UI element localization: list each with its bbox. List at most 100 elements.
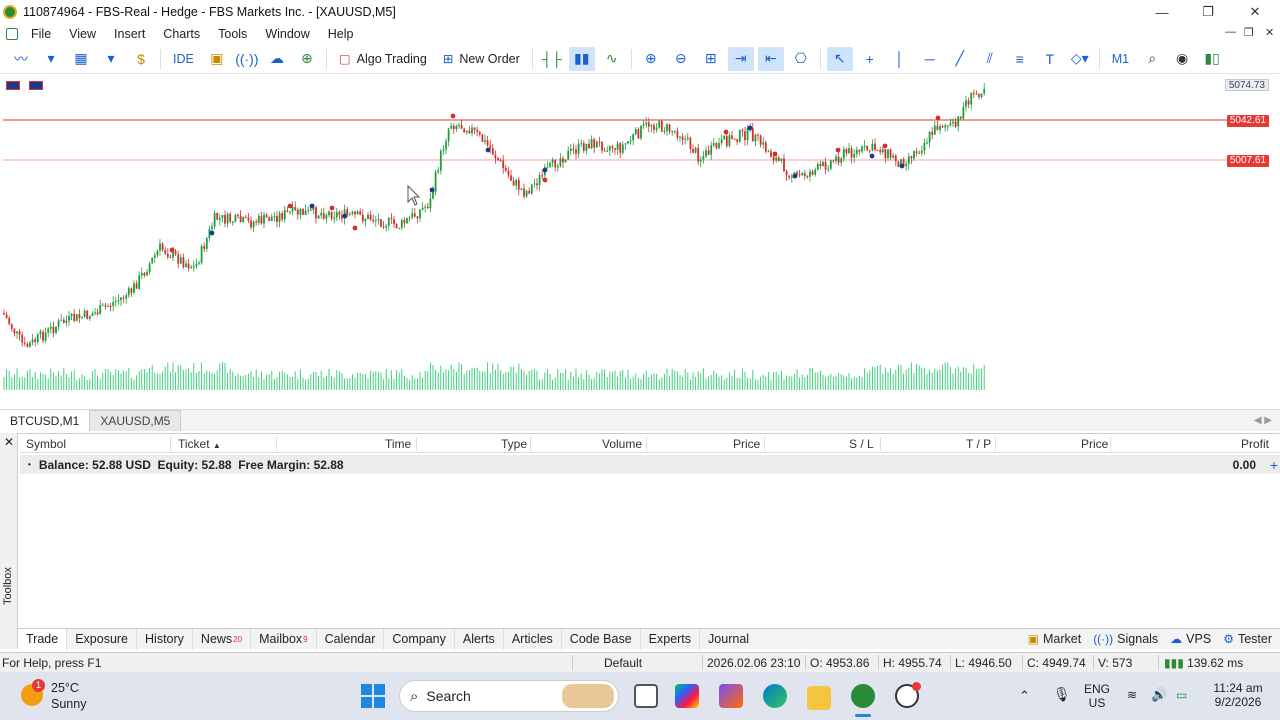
vps-link[interactable]: ☁ VPS xyxy=(1170,632,1211,646)
menu-insert[interactable]: Insert xyxy=(105,27,154,41)
screenshot-icon[interactable]: ⎔ xyxy=(788,47,814,71)
mdi-minimize-button[interactable]: — xyxy=(1225,26,1236,38)
windows-start-icon[interactable] xyxy=(361,684,385,708)
market-link[interactable]: ▣ Market xyxy=(1028,632,1082,646)
tab-journal[interactable]: Journal xyxy=(700,629,757,650)
signals-icon[interactable]: ((·)) xyxy=(234,47,260,71)
trendline-icon[interactable]: ╱ xyxy=(947,47,973,71)
restore-button[interactable]: ❐ xyxy=(1185,0,1231,24)
column-type[interactable]: Type xyxy=(501,437,527,451)
zoom-in-icon[interactable]: ⊕ xyxy=(638,47,664,71)
algo-trading-button[interactable]: ▢ Algo Trading xyxy=(333,47,433,71)
dropdown-icon[interactable]: ▾ xyxy=(98,47,124,71)
chart-tab-xauusd[interactable]: XAUUSD,M5 xyxy=(89,410,182,431)
play-store-icon[interactable] xyxy=(675,684,699,708)
column-price-current[interactable]: Price xyxy=(1081,437,1108,451)
wifi-icon[interactable]: ≋ xyxy=(1127,688,1137,702)
zoom-out-icon[interactable]: ⊖ xyxy=(668,47,694,71)
taskbar-search[interactable]: ⌕ Search xyxy=(399,680,619,712)
cursor-icon[interactable]: ↖ xyxy=(826,46,853,71)
edge-browser-icon[interactable] xyxy=(763,684,787,708)
tab-trade[interactable]: Trade xyxy=(18,628,68,650)
column-symbol[interactable]: Symbol xyxy=(26,437,66,451)
minimize-button[interactable]: — xyxy=(1139,0,1185,24)
tab-exposure[interactable]: Exposure xyxy=(67,628,138,650)
add-icon[interactable]: + xyxy=(1270,457,1278,473)
tile-windows-icon[interactable]: ⊞ xyxy=(698,47,724,71)
bar-chart-icon[interactable]: ┤├ xyxy=(539,47,565,71)
signals-link[interactable]: ((·)) Signals xyxy=(1093,632,1158,646)
menu-tools[interactable]: Tools xyxy=(209,27,256,41)
tab-mailbox[interactable]: Mailbox 9 xyxy=(251,628,317,650)
language-indicator[interactable]: ENG US xyxy=(1084,682,1110,710)
clock[interactable]: 11:24 am 9/2/2026 xyxy=(1210,681,1266,709)
charts-icon[interactable]: ▦ xyxy=(68,47,94,71)
cloud-icon[interactable]: ☁ xyxy=(264,47,290,71)
ide-button[interactable]: IDE xyxy=(167,47,200,71)
shapes-icon[interactable]: ◇▾ xyxy=(1067,47,1093,71)
menu-help[interactable]: Help xyxy=(319,27,363,41)
metatrader-taskbar-icon[interactable] xyxy=(851,684,875,708)
candlestick-icon[interactable]: ▮▮ xyxy=(568,46,595,71)
tab-history[interactable]: History xyxy=(137,628,193,650)
close-icon[interactable]: ✕ xyxy=(4,435,14,449)
search-icon[interactable]: ⌕ xyxy=(1139,47,1165,71)
menu-view[interactable]: View xyxy=(60,27,105,41)
tab-articles[interactable]: Articles xyxy=(504,628,562,650)
chart-window-icon[interactable] xyxy=(6,28,18,40)
column-take-profit[interactable]: T / P xyxy=(966,437,991,451)
menu-file[interactable]: File xyxy=(22,27,60,41)
chart-shift-icon[interactable]: ⇤ xyxy=(757,46,784,71)
mdi-close-button[interactable]: ✕ xyxy=(1265,26,1274,39)
candle-body xyxy=(65,320,68,323)
microphone-icon[interactable]: 🎙 xyxy=(1053,686,1071,703)
column-ticket[interactable]: Ticket ▲ xyxy=(178,437,221,451)
column-profit[interactable]: Profit xyxy=(1241,437,1269,451)
menu-window[interactable]: Window xyxy=(256,27,318,41)
fibonacci-icon[interactable]: ≡ xyxy=(1007,47,1033,71)
menu-charts[interactable]: Charts xyxy=(154,27,209,41)
profile-name[interactable]: Default xyxy=(604,656,642,670)
task-view-icon[interactable] xyxy=(634,684,658,708)
column-price[interactable]: Price xyxy=(733,437,760,451)
crosshair-icon[interactable]: + xyxy=(857,47,883,71)
chevron-up-icon[interactable]: ⌃ xyxy=(1019,688,1030,704)
price-chart[interactable]: 5074.73 5042.61 5007.61 xyxy=(0,78,1280,408)
column-volume[interactable]: Volume xyxy=(602,437,642,451)
auto-scroll-icon[interactable]: ⇥ xyxy=(727,46,754,71)
connection-status[interactable]: ▮▮▮ 139.62 ms xyxy=(1164,656,1243,670)
signal-strength-icon[interactable]: ▮▯ xyxy=(1199,47,1225,71)
balance-row[interactable]: • Balance: 52.88 USD Equity: 52.88 Free … xyxy=(20,455,1280,474)
volume-icon[interactable]: 🔊 xyxy=(1151,687,1167,703)
tab-calendar[interactable]: Calendar xyxy=(317,628,385,650)
market-bag-icon[interactable]: ▣ xyxy=(204,47,230,71)
mdi-restore-button[interactable]: ❐ xyxy=(1244,26,1254,39)
tab-scroll-arrows[interactable]: ◀ ▶ xyxy=(1246,410,1280,431)
copilot-icon[interactable] xyxy=(719,684,743,708)
chart-dropdown-icon[interactable]: ▾ xyxy=(38,47,64,71)
add-icon[interactable]: ⊕ xyxy=(294,47,320,71)
channel-icon[interactable]: ⫽ xyxy=(977,47,1003,71)
vertical-line-icon[interactable]: │ xyxy=(887,47,913,71)
horizontal-line-icon[interactable]: ─ xyxy=(917,47,943,71)
tab-news[interactable]: News 20 xyxy=(193,628,252,650)
battery-icon[interactable]: ▭ xyxy=(1176,688,1187,702)
chart-tab-btcusd[interactable]: BTCUSD,M1 xyxy=(0,410,90,431)
column-time[interactable]: Time xyxy=(385,437,411,451)
timeframe-button[interactable]: M1 xyxy=(1106,47,1135,71)
file-explorer-icon[interactable] xyxy=(807,686,831,710)
tester-link[interactable]: ⚙ Tester xyxy=(1223,632,1272,646)
dollar-icon[interactable]: $ xyxy=(128,47,154,71)
toolbox-side-tab[interactable]: ✕ Toolbox xyxy=(0,433,18,649)
close-button[interactable]: ✕ xyxy=(1232,0,1278,24)
column-stop-loss[interactable]: S / L xyxy=(849,437,874,451)
account-icon[interactable]: ◉ xyxy=(1169,47,1195,71)
text-icon[interactable]: T xyxy=(1037,47,1063,71)
tab-experts[interactable]: Experts xyxy=(641,628,701,650)
line-icon[interactable]: ∿ xyxy=(599,47,625,71)
tab-code-base[interactable]: Code Base xyxy=(562,628,641,650)
tab-company[interactable]: Company xyxy=(384,628,455,650)
new-order-button[interactable]: ⊞ New Order xyxy=(437,47,526,71)
line-chart-icon[interactable]: 〰 xyxy=(8,47,34,71)
tab-alerts[interactable]: Alerts xyxy=(455,628,504,650)
